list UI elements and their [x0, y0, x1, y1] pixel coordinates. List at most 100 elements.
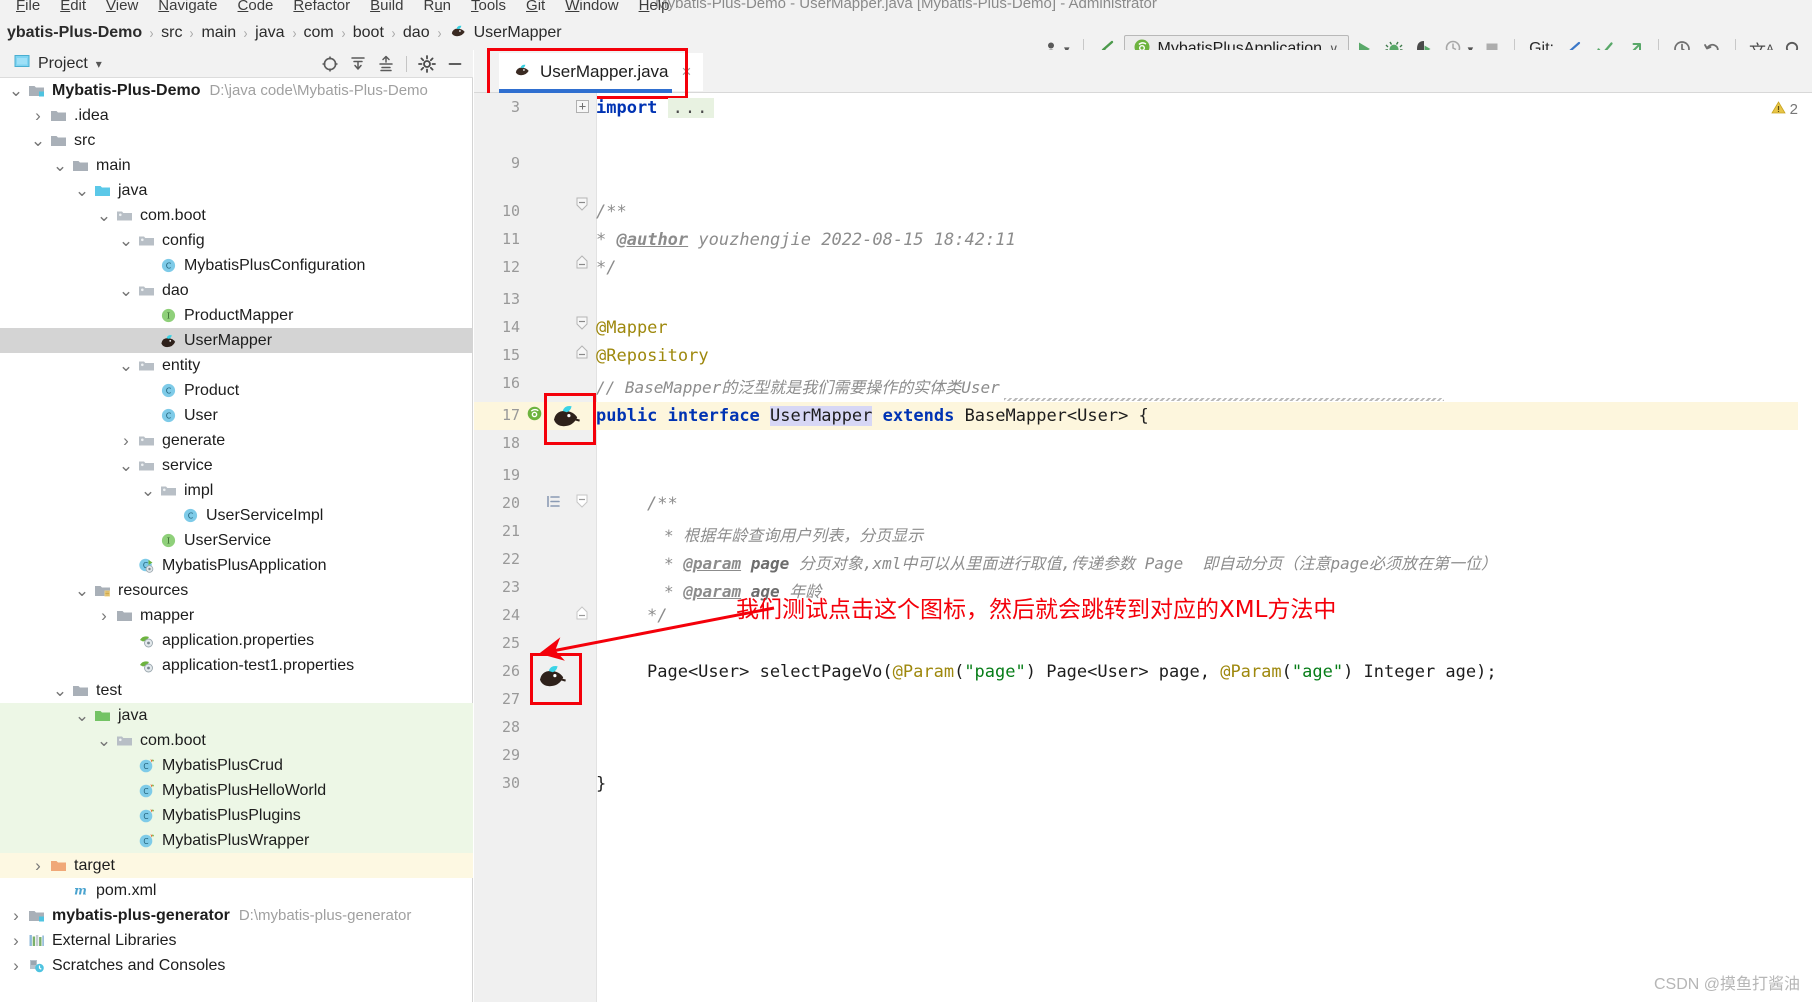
package-icon — [136, 431, 156, 451]
breadcrumb-item-com[interactable]: com — [299, 24, 339, 42]
menu-navigate[interactable]: Navigate — [148, 0, 227, 17]
tree-item-mybatispluswrapper[interactable]: C MybatisPlusWrapper — [0, 828, 473, 853]
tree-item-mapper[interactable]: › mapper — [0, 603, 473, 628]
tree-item-application-test1-properties[interactable]: application-test1.properties — [0, 653, 473, 678]
menu-help[interactable]: Help — [629, 0, 680, 17]
collapse-all-icon[interactable] — [374, 52, 398, 76]
chevron-down-icon[interactable]: ⌄ — [116, 457, 136, 474]
chevron-down-icon[interactable]: ⌄ — [72, 182, 92, 199]
chevron-down-icon[interactable]: ⌄ — [138, 482, 158, 499]
tree-item-mybatis-plus-generator[interactable]: › mybatis-plus-generator D:\mybatis-plus-g… — [0, 903, 473, 928]
implements-marker-icon[interactable] — [545, 493, 563, 515]
fold-collapse-icon[interactable] — [574, 493, 590, 515]
fold-expand-icon[interactable]: + — [576, 100, 589, 113]
chevron-down-icon[interactable]: ⌄ — [116, 232, 136, 249]
breadcrumb-item-main[interactable]: main — [196, 24, 241, 42]
fold-collapse-icon[interactable] — [574, 315, 590, 337]
collapsed-imports[interactable]: ... — [667, 98, 715, 118]
tree-item-java[interactable]: ⌄ java — [0, 703, 473, 728]
select-opened-file-icon[interactable] — [318, 52, 342, 76]
tree-item-userservice[interactable]: I UserService — [0, 528, 473, 553]
chevron-right-icon[interactable]: › — [116, 431, 136, 451]
chevron-right-icon[interactable]: › — [94, 606, 114, 626]
hide-panel-icon[interactable] — [443, 52, 467, 76]
project-tree[interactable]: ⌄ Mybatis-Plus-Demo D:\java code\Mybatis-P… — [0, 78, 473, 1002]
chevron-down-icon[interactable]: ⌄ — [116, 357, 136, 374]
breadcrumb-item-boot[interactable]: boot — [348, 24, 389, 42]
breadcrumb-item-ybatis-plus-demo[interactable]: ybatis-Plus-Demo — [2, 24, 147, 42]
chevron-right-icon[interactable]: › — [6, 956, 26, 976]
settings-gear-icon[interactable] — [415, 52, 439, 76]
code-surface[interactable]: 3 9 10 11 12 13 14 15 16 17 18 19 20 21 … — [474, 93, 1812, 1002]
tree-item-external-libraries[interactable]: › External Libraries — [0, 928, 473, 953]
menu-window[interactable]: Window — [555, 0, 628, 17]
tree-item-pom-xml[interactable]: m pom.xml — [0, 878, 473, 903]
tree-item-java[interactable]: ⌄ java — [0, 178, 473, 203]
tree-item-service[interactable]: ⌄ service — [0, 453, 473, 478]
chevron-down-icon[interactable]: ⌄ — [28, 132, 48, 149]
tree-item-entity[interactable]: ⌄ entity — [0, 353, 473, 378]
annotation-box-tab — [487, 48, 688, 99]
chevron-down-icon[interactable]: ⌄ — [6, 82, 26, 99]
tree-item-application-properties[interactable]: application.properties — [0, 628, 473, 653]
tree-item-userserviceimpl[interactable]: C UserServiceImpl — [0, 503, 473, 528]
menu-git[interactable]: Git — [516, 0, 555, 17]
chevron-right-icon[interactable]: › — [28, 106, 48, 126]
project-panel-title-group[interactable]: Project ▾ — [0, 53, 102, 74]
tree-item-test[interactable]: ⌄ test — [0, 678, 473, 703]
chevron-right-icon[interactable]: › — [28, 856, 48, 876]
tree-item-user[interactable]: C User — [0, 403, 473, 428]
menu-code[interactable]: Code — [228, 0, 284, 17]
breadcrumb-item-usermapper[interactable]: UserMapper — [444, 21, 567, 45]
menu-tools[interactable]: Tools — [461, 0, 516, 17]
breadcrumb-item-java[interactable]: java — [250, 24, 289, 42]
tree-item-com-boot[interactable]: ⌄ com.boot — [0, 728, 473, 753]
fold-end-icon[interactable] — [574, 254, 590, 274]
tree-item-mybatisplusconfiguration[interactable]: C MybatisPlusConfiguration — [0, 253, 473, 278]
chevron-down-icon[interactable]: ⌄ — [50, 682, 70, 699]
tree-item-dao[interactable]: ⌄ dao — [0, 278, 473, 303]
tree-item-target[interactable]: › target — [0, 853, 473, 878]
tree-item-config[interactable]: ⌄ config — [0, 228, 473, 253]
tree-item-impl[interactable]: ⌄ impl — [0, 478, 473, 503]
tree-item-generate[interactable]: › generate — [0, 428, 473, 453]
chevron-down-icon[interactable]: ⌄ — [94, 732, 114, 749]
tree-item-usermapper[interactable]: UserMapper — [0, 328, 473, 353]
expand-all-icon[interactable] — [346, 52, 370, 76]
chevron-down-icon[interactable]: ⌄ — [72, 707, 92, 724]
chevron-down-icon[interactable]: ⌄ — [50, 157, 70, 174]
tree-item--idea[interactable]: › .idea — [0, 103, 473, 128]
tree-item-src[interactable]: ⌄ src — [0, 128, 473, 153]
menu-file[interactable]: File — [6, 0, 50, 17]
tree-item-mybatisplusapplication[interactable]: C MybatisPlusApplication — [0, 553, 473, 578]
chevron-right-icon[interactable]: › — [6, 931, 26, 951]
menu-view[interactable]: View — [96, 0, 148, 17]
fold-end-icon[interactable] — [574, 344, 590, 364]
breadcrumb-item-dao[interactable]: dao — [398, 24, 435, 42]
menu-edit[interactable]: Edit — [50, 0, 96, 17]
chevron-right-icon[interactable]: › — [6, 906, 26, 926]
tree-item-product[interactable]: C Product — [0, 378, 473, 403]
fold-collapse-icon[interactable] — [574, 196, 590, 218]
chevron-down-icon[interactable]: ⌄ — [116, 282, 136, 299]
chevron-down-icon[interactable]: ⌄ — [72, 582, 92, 599]
tree-item-productmapper[interactable]: I ProductMapper — [0, 303, 473, 328]
tree-item-resources[interactable]: ⌄ resources — [0, 578, 473, 603]
tree-item-label: MybatisPlusWrapper — [162, 831, 310, 849]
keyword-extends: extends — [882, 406, 955, 426]
menu-build[interactable]: Build — [360, 0, 413, 17]
tree-item-com-boot[interactable]: ⌄ com.boot — [0, 203, 473, 228]
tree-item-mybatispluscrud[interactable]: C MybatisPlusCrud — [0, 753, 473, 778]
tree-item-mybatis-plus-demo[interactable]: ⌄ Mybatis-Plus-Demo D:\java code\Mybatis-P… — [0, 78, 473, 103]
tree-item-mybatisplushelloworld[interactable]: C MybatisPlusHelloWorld — [0, 778, 473, 803]
editor-scrollbar[interactable] — [1798, 144, 1812, 1002]
menu-run[interactable]: Run — [413, 0, 461, 17]
tree-item-main[interactable]: ⌄ main — [0, 153, 473, 178]
menu-refactor[interactable]: Refactor — [283, 0, 360, 17]
chevron-down-icon[interactable]: ⌄ — [94, 207, 114, 224]
tree-item-scratches-and-consoles[interactable]: › Scratches and Consoles — [0, 953, 473, 978]
tree-item-label: entity — [162, 356, 201, 374]
spring-bean-icon[interactable] — [526, 405, 543, 427]
tree-item-mybatisplusplugins[interactable]: C MybatisPlusPlugins — [0, 803, 473, 828]
breadcrumb-item-src[interactable]: src — [156, 24, 187, 42]
